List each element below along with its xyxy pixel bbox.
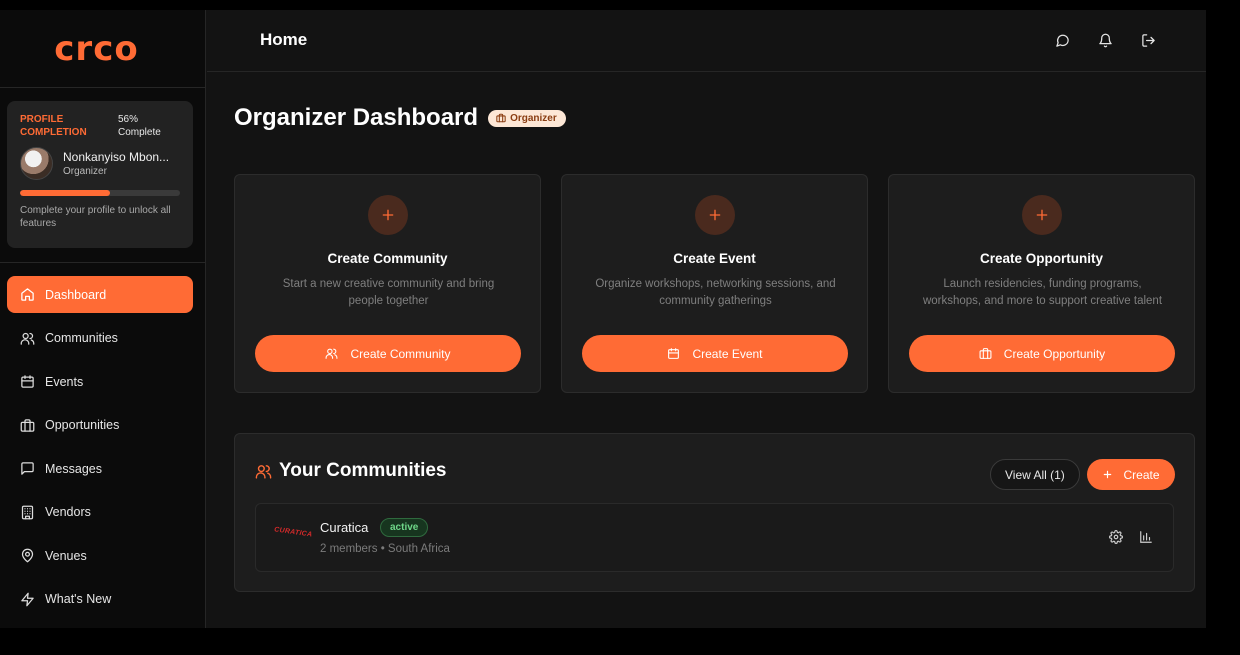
message-icon: [20, 461, 35, 476]
home-icon: [20, 287, 35, 302]
role-badge: Organizer: [488, 109, 566, 127]
profile-completion-card[interactable]: PROFILE COMPLETION 56% Complete Nonkanyi…: [7, 101, 193, 248]
plus-icon: [1104, 470, 1112, 479]
sidebar-item-events[interactable]: Events: [7, 363, 193, 400]
action-cards: Create Community Start a new creative co…: [234, 174, 1195, 393]
dashboard-title: Organizer Dashboard: [234, 104, 479, 131]
sidebar-item-vendors[interactable]: Vendors: [7, 494, 193, 531]
sidebar-divider: [0, 262, 206, 263]
sidebar-item-dashboard[interactable]: Dashboard: [7, 276, 193, 313]
community-name[interactable]: Curatica: [320, 520, 368, 535]
zap-icon: [20, 592, 35, 607]
card-title: Create Opportunity: [979, 251, 1103, 266]
status-badge: active: [380, 518, 429, 537]
profile-completion-percent: 56% Complete: [118, 114, 161, 138]
profile-completion-label: PROFILE COMPLETION: [20, 114, 87, 138]
app-frame: crco PROFILE COMPLETION 56% Complete Non…: [0, 10, 1206, 628]
card-title: Create Community: [327, 251, 448, 266]
view-all-button[interactable]: View All (1): [990, 459, 1080, 490]
create-opportunity-card: Create Opportunity Launch residencies, f…: [888, 174, 1195, 393]
create-opportunity-button[interactable]: Create Opportunity: [909, 335, 1175, 372]
dashboard-header: Organizer Dashboard Organizer: [234, 104, 566, 132]
create-community-card: Create Community Start a new creative co…: [234, 174, 541, 393]
profile-progress-fill: [20, 190, 110, 196]
card-title: Create Event: [673, 251, 756, 266]
button-label: Create Opportunity: [1003, 346, 1106, 361]
role-badge-label: Organizer: [510, 112, 557, 124]
calendar-icon: [668, 348, 680, 359]
profile-hint: Complete your profile to unlock all feat…: [20, 205, 171, 229]
brand-logo[interactable]: crco: [54, 32, 138, 66]
button-label: Create Event: [692, 346, 763, 361]
card-description: Start a new creative community and bring…: [282, 278, 495, 307]
logout-icon[interactable]: [1139, 31, 1158, 50]
sidebar-item-label: Venues: [45, 548, 87, 563]
sidebar-item-label: Messages: [45, 461, 102, 476]
create-community-button[interactable]: Create Community: [255, 335, 521, 372]
sidebar-item-whats-new[interactable]: What's New: [7, 581, 193, 618]
create-button[interactable]: Create: [1087, 459, 1175, 490]
briefcase-icon: [979, 348, 992, 359]
calendar-icon: [20, 374, 35, 389]
list-item[interactable]: CURATICA Curatica active 2 members • Sou…: [255, 503, 1174, 572]
avatar: [20, 147, 53, 180]
users-icon: [326, 348, 338, 359]
button-label: Create Community: [350, 346, 451, 361]
briefcase-icon: [496, 113, 506, 123]
map-pin-icon: [20, 548, 35, 563]
sidebar-item-label: Vendors: [45, 505, 91, 519]
sidebar-item-communities[interactable]: Communities: [7, 320, 193, 357]
plus-icon[interactable]: [368, 195, 408, 235]
create-event-button[interactable]: Create Event: [582, 335, 848, 372]
sidebar-item-venues[interactable]: Venues: [7, 537, 193, 574]
communities-title: Your Communities: [279, 460, 447, 481]
sidebar-item-label: Communities: [45, 331, 118, 345]
settings-icon[interactable]: [1109, 530, 1123, 544]
page-title: Home: [260, 30, 308, 49]
sidebar-item-messages[interactable]: Messages: [7, 450, 193, 487]
sidebar: crco PROFILE COMPLETION 56% Complete Non…: [0, 10, 206, 628]
community-logo: CURATICA: [273, 526, 313, 539]
users-icon: [255, 464, 272, 479]
user-name: Nonkanyiso Mbon...: [63, 150, 170, 164]
community-meta: 2 members • South Africa: [320, 543, 450, 555]
sidebar-item-label: Dashboard: [45, 287, 107, 302]
user-role: Organizer: [63, 166, 107, 177]
briefcase-icon: [20, 418, 35, 433]
sidebar-nav: Dashboard Communities Events Opportuniti…: [7, 276, 193, 624]
create-event-card: Create Event Organize workshops, network…: [561, 174, 868, 393]
top-bar: Home: [207, 10, 1206, 72]
plus-icon[interactable]: [695, 195, 735, 235]
sidebar-item-label: Opportunities: [45, 418, 120, 432]
users-icon: [20, 331, 35, 346]
building-icon: [20, 505, 35, 520]
bar-chart-icon[interactable]: [1139, 530, 1153, 544]
logo-area: crco: [0, 10, 205, 88]
plus-icon[interactable]: [1022, 195, 1062, 235]
card-description: Organize workshops, networking sessions,…: [595, 278, 836, 307]
button-label: Create: [1123, 467, 1160, 482]
profile-progress-bar: [20, 190, 180, 196]
communities-panel: Your Communities View All (1) Create CUR…: [234, 433, 1195, 592]
bell-icon[interactable]: [1096, 31, 1115, 50]
sidebar-item-opportunities[interactable]: Opportunities: [7, 407, 193, 444]
sidebar-item-label: Events: [45, 374, 84, 389]
sidebar-item-label: What's New: [45, 592, 112, 606]
card-description: Launch residencies, funding programs, wo…: [922, 278, 1163, 307]
chat-icon[interactable]: [1053, 31, 1072, 50]
